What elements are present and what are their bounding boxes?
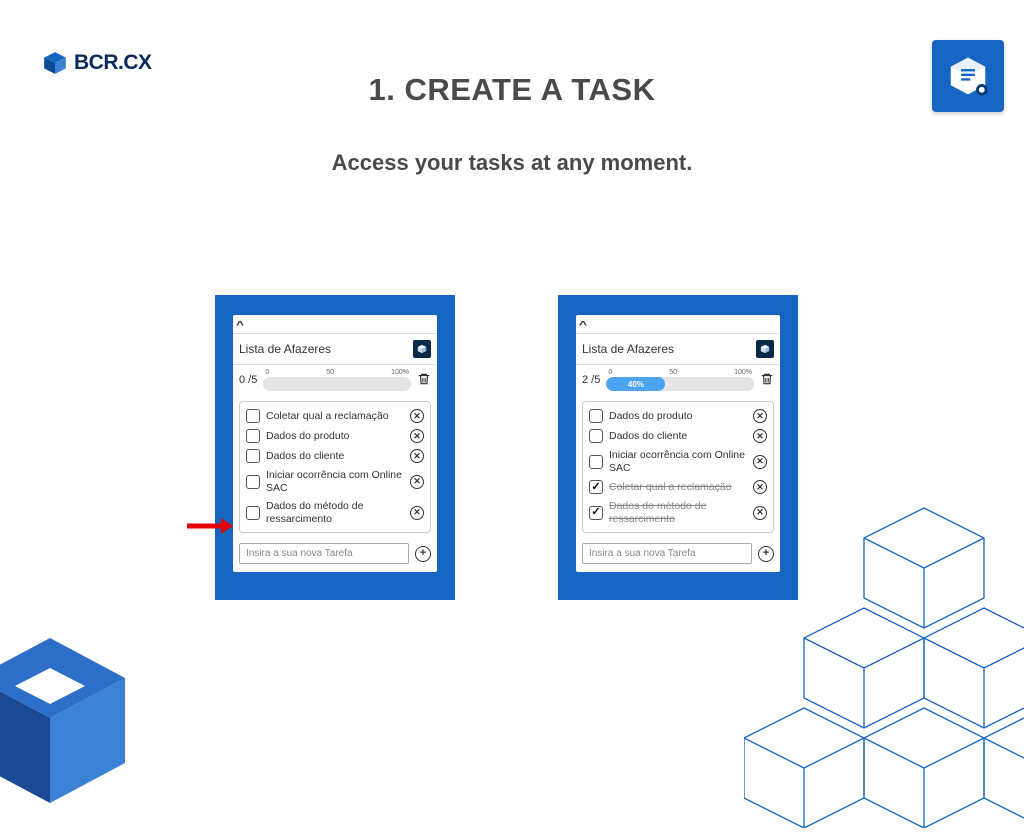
task-text: Iniciar ocorrência com Online SAC [266, 469, 404, 494]
collapse-icon[interactable]: ^ [236, 320, 244, 331]
screenshot-before: ^ Lista de Afazeres 0 /5 0 50 100% [215, 295, 455, 600]
new-task-input[interactable]: Insira a sua nova Tarefa [239, 543, 409, 564]
checkbox[interactable] [246, 429, 260, 443]
checkbox[interactable] [589, 455, 603, 469]
cube-icon[interactable] [756, 340, 774, 358]
collapse-icon[interactable]: ^ [579, 320, 587, 331]
task-text: Coletar qual a reclamação [609, 481, 747, 494]
trash-icon[interactable] [417, 372, 431, 389]
task-text: Iniciar ocorrência com Online SAC [609, 449, 747, 474]
task-text: Dados do método de ressarcimento [266, 500, 404, 525]
page-title: 1. CREATE A TASK [0, 72, 1024, 108]
checkbox[interactable] [589, 480, 603, 494]
delete-icon[interactable]: ✕ [753, 409, 767, 423]
progress-fill: 40% [606, 377, 665, 391]
task-row: Coletar qual a reclamação ✕ [242, 406, 428, 426]
task-text: Dados do cliente [266, 450, 404, 463]
tick-100: 100% [391, 369, 409, 376]
add-button[interactable]: + [415, 546, 431, 562]
trash-icon[interactable] [760, 372, 774, 389]
tick-50: 50 [669, 369, 677, 376]
task-text: Coletar qual a reclamação [266, 410, 404, 423]
task-row: Dados do método de ressarcimento ✕ [242, 497, 428, 528]
delete-icon[interactable]: ✕ [410, 429, 424, 443]
panel-title: Lista de Afazeres [582, 342, 674, 356]
decorative-cube [0, 628, 130, 808]
tick-0: 0 [608, 369, 612, 376]
checkbox[interactable] [589, 409, 603, 423]
task-row: Dados do cliente ✕ [242, 446, 428, 466]
task-row: Dados do produto ✕ [242, 426, 428, 446]
progress-count: 2 /5 [582, 374, 600, 386]
arrow-icon [185, 516, 233, 539]
checkbox[interactable] [246, 475, 260, 489]
delete-icon[interactable]: ✕ [753, 455, 767, 469]
delete-icon[interactable]: ✕ [410, 506, 424, 520]
task-row: Dados do produto ✕ [585, 406, 771, 426]
delete-icon[interactable]: ✕ [410, 409, 424, 423]
task-text: Dados do produto [609, 410, 747, 423]
panel-title: Lista de Afazeres [239, 342, 331, 356]
task-text: Dados do método de ressarcimento [609, 500, 747, 525]
page-subtitle: Access your tasks at any moment. [0, 150, 1024, 176]
progress-bar [263, 377, 411, 391]
task-text: Dados do cliente [609, 430, 747, 443]
decorative-wireframe [744, 468, 1024, 828]
progress-bar: 40% [606, 377, 754, 391]
task-row: Dados do cliente ✕ [585, 426, 771, 446]
checkbox[interactable] [246, 409, 260, 423]
tick-100: 100% [734, 369, 752, 376]
cube-icon[interactable] [413, 340, 431, 358]
new-task-input[interactable]: Insira a sua nova Tarefa [582, 543, 752, 564]
tick-0: 0 [265, 369, 269, 376]
delete-icon[interactable]: ✕ [410, 475, 424, 489]
task-row: Iniciar ocorrência com Online SAC ✕ [242, 466, 428, 497]
checkbox[interactable] [246, 449, 260, 463]
task-text: Dados do produto [266, 430, 404, 443]
delete-icon[interactable]: ✕ [753, 429, 767, 443]
tick-50: 50 [326, 369, 334, 376]
delete-icon[interactable]: ✕ [410, 449, 424, 463]
progress-count: 0 /5 [239, 374, 257, 386]
checkbox[interactable] [589, 506, 603, 520]
checkbox[interactable] [589, 429, 603, 443]
checkbox[interactable] [246, 506, 260, 520]
